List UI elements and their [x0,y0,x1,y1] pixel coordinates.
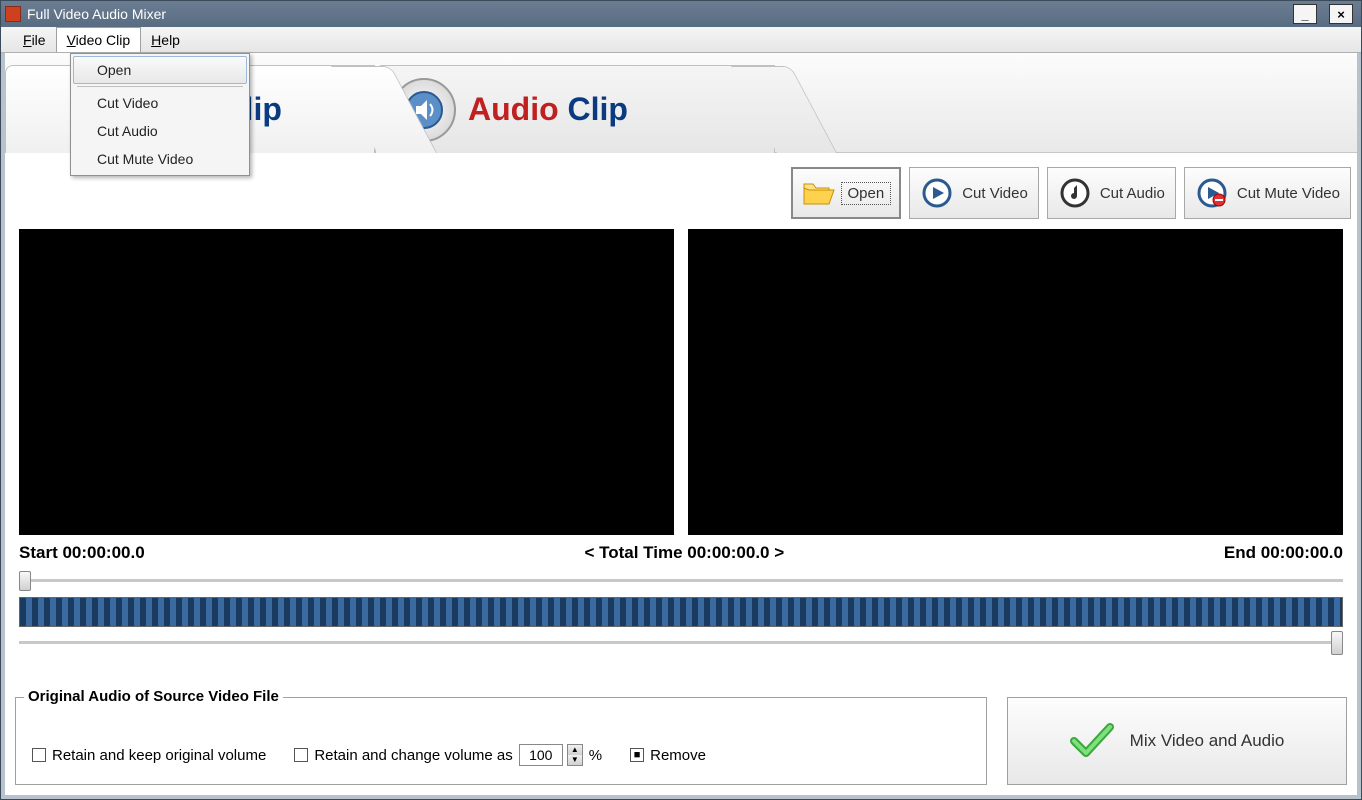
checkbox-icon [294,748,308,762]
music-note-icon [1058,176,1092,210]
cut-audio-label: Cut Audio [1100,185,1165,202]
menu-file[interactable]: File [13,27,56,52]
total-time-label: < Total Time 00:00:00.0 > [584,543,784,563]
range-bar[interactable] [19,597,1343,627]
open-button[interactable]: Open [791,167,902,219]
cut-video-button[interactable]: Cut Video [909,167,1039,219]
app-window: Full Video Audio Mixer _ × File Video Cl… [0,0,1362,800]
window-title: Full Video Audio Mixer [27,6,166,22]
open-label: Open [841,182,892,205]
volume-input[interactable] [519,744,563,766]
minimize-button[interactable]: _ [1293,4,1317,24]
percent-label: % [589,747,602,764]
end-time-label: End 00:00:00.0 [1224,543,1343,563]
retain-keep-checkbox[interactable]: Retain and keep original volume [32,747,266,764]
cut-audio-button[interactable]: Cut Audio [1047,167,1176,219]
retain-change-label: Retain and change volume as [314,747,512,764]
preview-right [688,229,1343,535]
bottom-row: Original Audio of Source Video File Reta… [15,697,1347,785]
tab-audio-label: Audio Clip [468,91,628,128]
checkbox-icon [32,748,46,762]
remove-label: Remove [650,747,706,764]
dropdown-cut-mute-video[interactable]: Cut Mute Video [73,145,247,173]
spinner[interactable]: ▲▼ [567,744,583,766]
preview-left [19,229,674,535]
spin-up[interactable]: ▲ [568,745,582,755]
dropdown-cut-video[interactable]: Cut Video [73,89,247,117]
menubar: File Video Clip Help [1,27,1361,53]
dropdown-separator [77,86,243,87]
cut-video-label: Cut Video [962,185,1028,202]
retain-change-checkbox[interactable]: Retain and change volume as ▲▼ % [294,744,602,766]
dropdown-open[interactable]: Open [73,56,247,84]
video-clip-dropdown: Open Cut Video Cut Audio Cut Mute Video [70,53,250,176]
toolbar: Open Cut Video Cut Audio Cut Mute Vide [791,165,1351,221]
retain-keep-label: Retain and keep original volume [52,747,266,764]
folder-open-icon [801,176,835,210]
time-row: Start 00:00:00.0 < Total Time 00:00:00.0… [19,543,1343,563]
cut-mute-video-button[interactable]: Cut Mute Video [1184,167,1351,219]
range-end-slider[interactable] [19,631,1343,655]
original-audio-group: Original Audio of Source Video File Reta… [15,697,987,785]
play-icon [920,176,954,210]
cut-mute-video-label: Cut Mute Video [1237,185,1340,202]
checkbox-icon: ■ [630,748,644,762]
dropdown-cut-audio[interactable]: Cut Audio [73,117,247,145]
original-audio-legend: Original Audio of Source Video File [24,688,283,705]
checkmark-icon [1070,721,1114,762]
close-button[interactable]: × [1329,4,1353,24]
start-time-label: Start 00:00:00.0 [19,543,145,563]
range-end-thumb[interactable] [1331,631,1343,655]
mute-icon [1195,176,1229,210]
titlebar: Full Video Audio Mixer _ × [1,1,1361,27]
tab-audio-clip[interactable]: Audio Clip [375,65,775,153]
mix-video-audio-button[interactable]: Mix Video and Audio [1007,697,1347,785]
playhead-slider[interactable] [19,571,1343,591]
spin-down[interactable]: ▼ [568,755,582,765]
playhead-thumb[interactable] [19,571,31,591]
window-controls: _ × [1293,4,1361,24]
remove-checkbox[interactable]: ■ Remove [630,747,706,764]
menu-video-clip[interactable]: Video Clip [56,27,142,52]
menu-help[interactable]: Help [141,27,190,52]
volume-stepper[interactable]: ▲▼ [519,744,583,766]
app-icon [5,6,21,22]
mix-label: Mix Video and Audio [1130,731,1285,751]
preview-row [19,229,1343,535]
